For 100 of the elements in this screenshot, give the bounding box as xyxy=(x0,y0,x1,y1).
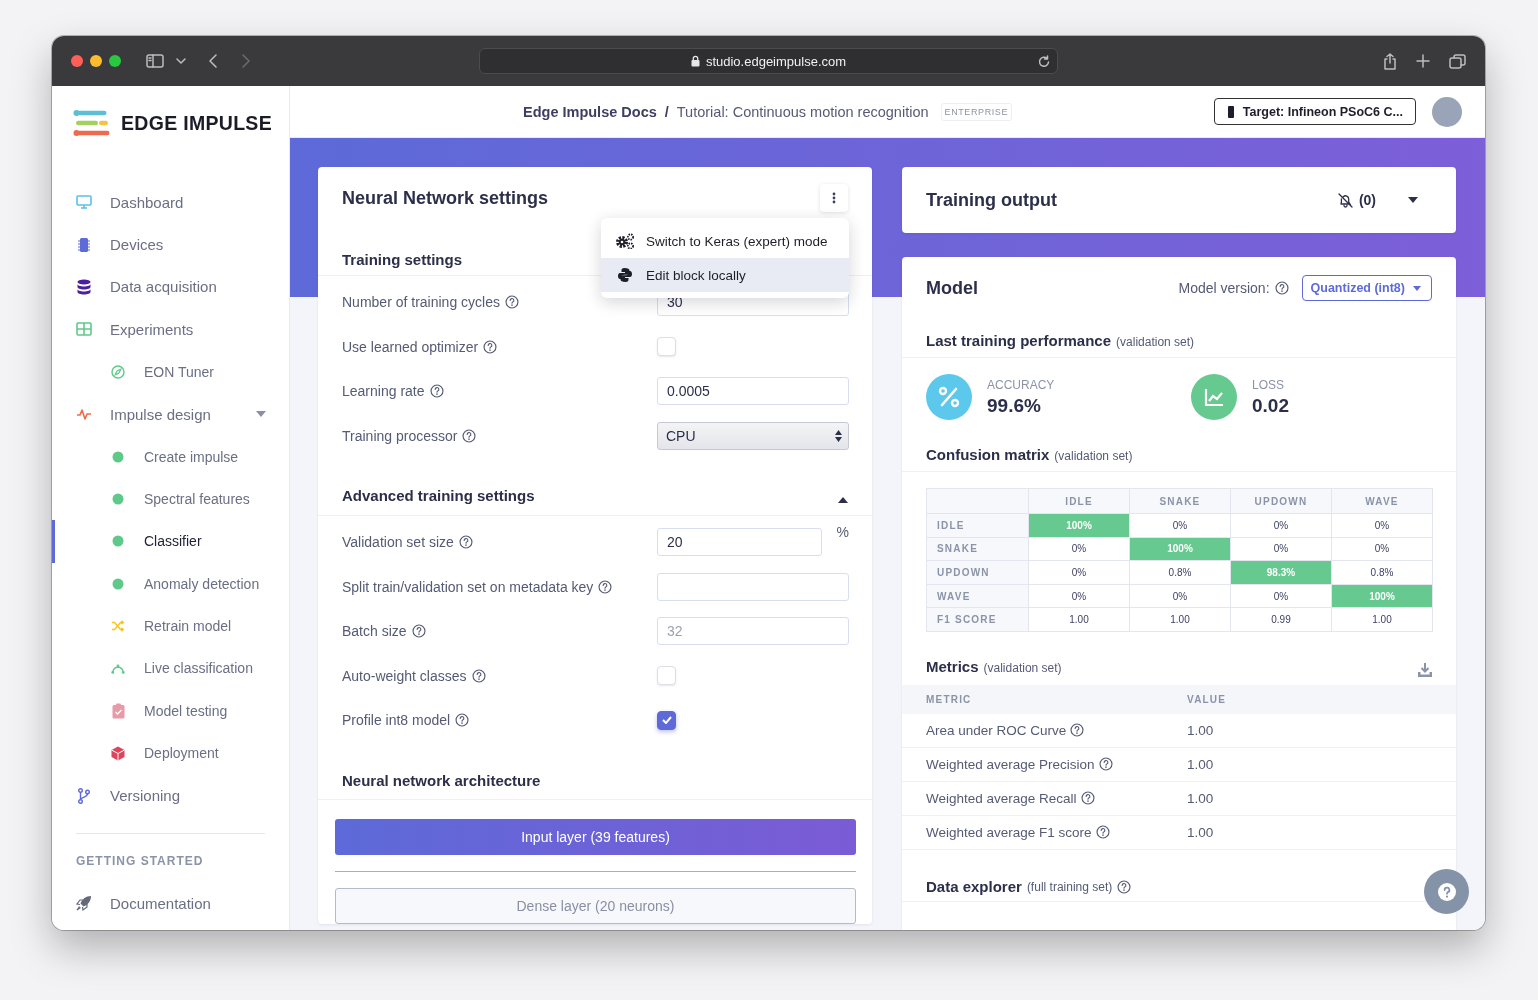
field-label: Profile int8 model xyxy=(342,712,451,729)
nav-item[interactable]: Spectral features xyxy=(52,477,289,521)
input-field[interactable]: 20 xyxy=(657,528,822,557)
input-field[interactable]: 0.0005 xyxy=(657,377,849,406)
caret-down-icon[interactable] xyxy=(1408,197,1418,203)
nav-item[interactable]: Devices xyxy=(52,223,289,266)
help-icon xyxy=(462,428,477,443)
nav-item[interactable]: EON Tuner xyxy=(52,350,289,393)
matrix-cell: 0% xyxy=(1129,584,1231,608)
nav-item[interactable]: Versioning xyxy=(52,774,289,817)
help-icon xyxy=(1095,825,1110,840)
dense-layer-button[interactable]: Dense layer (20 neurons) xyxy=(335,887,856,924)
logo-icon xyxy=(73,109,111,137)
reload-icon[interactable] xyxy=(1038,55,1050,68)
section-heading: Confusion matrix xyxy=(926,445,1050,465)
nav-item[interactable]: Data acquisition xyxy=(52,265,289,309)
dot-icon xyxy=(112,450,124,463)
download-icon[interactable] xyxy=(1418,663,1432,678)
stat-value: 0.02 xyxy=(1252,394,1289,417)
nav-item[interactable]: Impulse design xyxy=(52,392,289,436)
back-icon[interactable] xyxy=(208,54,218,68)
nav-item[interactable]: Model testing xyxy=(52,689,289,733)
column-header: IDLE xyxy=(1028,488,1130,514)
row-header: IDLE xyxy=(926,513,1029,538)
matrix-cell: 0.99 xyxy=(1230,607,1332,632)
help-icon xyxy=(598,579,613,594)
help-icon xyxy=(411,624,426,639)
card-title: Training output xyxy=(926,189,1057,211)
help-icon xyxy=(1098,757,1113,772)
minimize-button[interactable] xyxy=(90,55,102,67)
lock-icon xyxy=(690,55,700,67)
row-header: UPDOWN xyxy=(926,560,1029,585)
page-title: Tutorial: Continuous motion recognition xyxy=(676,103,929,120)
checkbox[interactable] xyxy=(657,710,676,730)
input-field[interactable] xyxy=(657,572,849,601)
menu-item[interactable]: Switch to Keras (expert) mode xyxy=(601,224,849,258)
field-label: Use learned optimizer xyxy=(342,338,479,355)
stat-label: LOSS xyxy=(1252,377,1285,392)
dot-icon xyxy=(112,492,124,505)
nav-item[interactable]: Classifier xyxy=(52,520,289,563)
chevron-down-icon[interactable] xyxy=(176,58,186,64)
updown-icon xyxy=(835,429,842,442)
nav-item[interactable]: Live classification xyxy=(52,647,289,690)
section-heading: Advanced training settings xyxy=(342,486,535,506)
row-header: F1 SCORE xyxy=(926,607,1029,632)
nav-item[interactable]: Deployment xyxy=(52,732,289,775)
column-header: UPDOWN xyxy=(1230,488,1332,514)
clipboard-icon xyxy=(111,702,125,719)
target-button[interactable]: Target: Infineon PSoC6 C... xyxy=(1213,98,1416,125)
avatar[interactable] xyxy=(1432,96,1462,127)
nav-item[interactable]: Dashboard xyxy=(52,181,289,224)
help-icon xyxy=(429,384,444,399)
nav-item[interactable]: Experiments xyxy=(52,308,289,351)
matrix-cell: 100% xyxy=(1028,513,1130,538)
new-tab-icon[interactable] xyxy=(1416,54,1430,68)
help-icon xyxy=(1274,281,1289,295)
url-text: studio.edgeimpulse.com xyxy=(705,53,847,69)
model-version-dropdown[interactable]: Quantized (int8) xyxy=(1301,275,1432,301)
sidebar-toggle-icon[interactable] xyxy=(146,54,164,68)
input-layer-button[interactable]: Input layer (39 features) xyxy=(335,818,856,855)
metric-name: Weighted average F1 score xyxy=(926,824,1092,840)
logo-text: EDGE IMPULSE xyxy=(121,111,272,135)
metric-value: 1.00 xyxy=(1187,790,1214,806)
metric-value: 1.00 xyxy=(1187,824,1214,840)
address-bar[interactable]: studio.edgeimpulse.com xyxy=(479,48,1058,74)
chip-icon xyxy=(76,236,92,253)
share-icon[interactable] xyxy=(1383,52,1397,70)
close-button[interactable] xyxy=(71,55,83,67)
menu-item[interactable]: Edit block locally xyxy=(601,258,849,292)
database-icon xyxy=(77,278,91,295)
metric-name: Weighted average Recall xyxy=(926,790,1077,806)
bell-off-icon xyxy=(1337,192,1353,208)
stat-label: ACCURACY xyxy=(987,377,1055,392)
nav-item[interactable]: Anomaly detection xyxy=(52,562,289,605)
matrix-cell: 0% xyxy=(1028,584,1130,608)
notifications-button[interactable]: (0) xyxy=(1337,192,1376,208)
grid-icon xyxy=(76,322,92,337)
nav-item[interactable]: Create impulse xyxy=(52,435,289,478)
section-note: (validation set) xyxy=(1054,449,1133,463)
matrix-cell: 0.8% xyxy=(1331,560,1433,585)
field-label: Learning rate xyxy=(342,383,425,400)
nav-item[interactable]: Retrain model xyxy=(52,604,289,648)
field-label: Model version: xyxy=(1178,280,1270,296)
metric-name: Area under ROC Curve xyxy=(926,722,1067,738)
zoom-button[interactable] xyxy=(109,55,121,67)
nav-item[interactable]: Documentation xyxy=(52,881,289,925)
field-label: Batch size xyxy=(342,623,407,640)
section-heading: Metrics xyxy=(926,656,979,677)
input-field[interactable]: 32 xyxy=(657,617,849,646)
field-label: Number of training cycles xyxy=(342,294,500,311)
gears-icon xyxy=(615,233,635,249)
checkmark-icon xyxy=(661,716,672,725)
tabs-icon[interactable] xyxy=(1449,53,1466,69)
caret-up-icon[interactable] xyxy=(838,497,848,503)
help-icon xyxy=(483,339,498,354)
select-field[interactable]: CPU xyxy=(657,421,849,450)
compass-icon xyxy=(111,364,125,379)
breadcrumb-link[interactable]: Edge Impulse Docs xyxy=(523,103,657,120)
rocket-icon xyxy=(76,895,92,912)
dot-icon xyxy=(112,577,124,590)
